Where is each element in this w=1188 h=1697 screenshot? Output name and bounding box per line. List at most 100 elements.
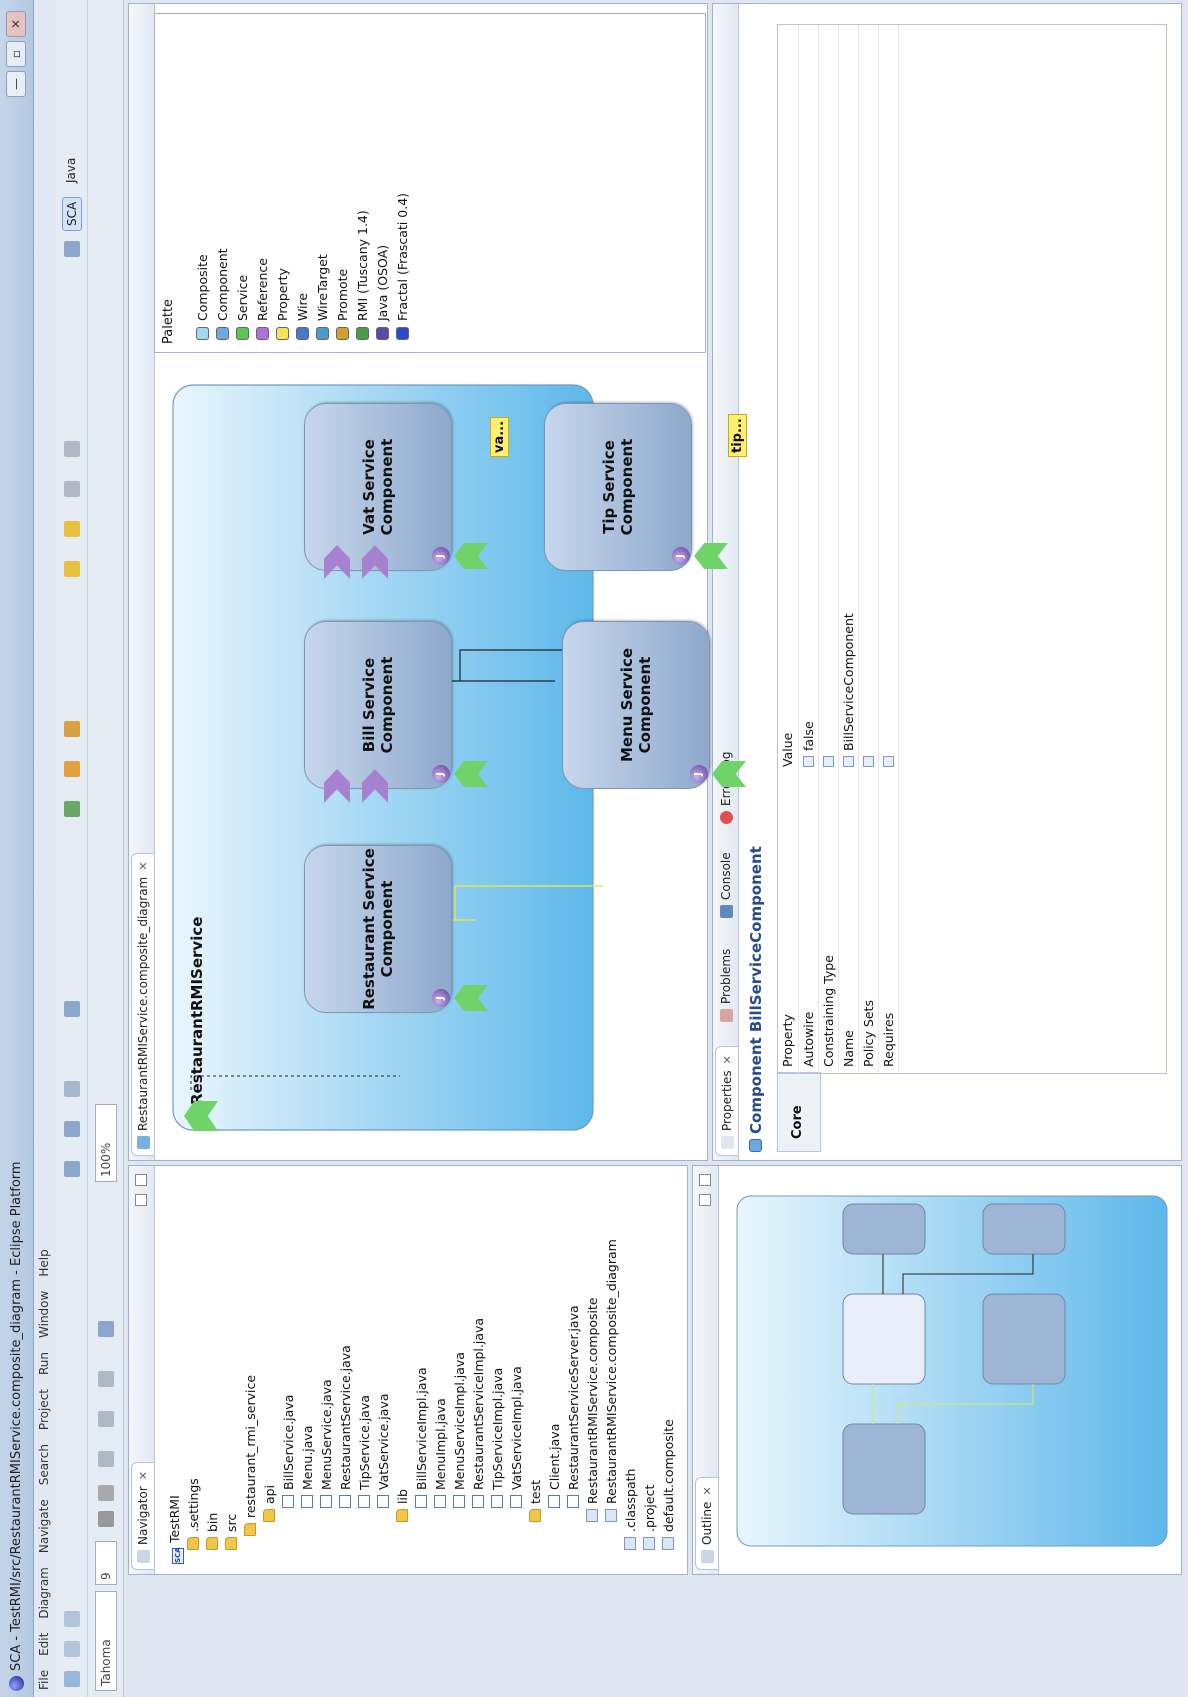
property-value-cell[interactable]: false	[798, 25, 818, 773]
property-value-cell[interactable]: BillServiceComponent	[838, 25, 858, 773]
open-perspective-icon[interactable]	[64, 241, 80, 257]
property-value-cell[interactable]	[878, 25, 898, 773]
line-color-icon[interactable]	[98, 1371, 114, 1387]
close-icon[interactable]: ✕	[137, 1471, 150, 1480]
tree-item[interactable]: lib	[393, 1239, 412, 1564]
tree-item[interactable]: BillServiceImpl.java	[412, 1239, 431, 1564]
tab-console[interactable]: Console	[715, 844, 738, 924]
tree-item[interactable]: .settings	[184, 1239, 203, 1564]
zoom-select[interactable]: 100%	[95, 1104, 117, 1182]
menu-project[interactable]: Project	[34, 1382, 51, 1437]
component-bill[interactable]: Bill Service Component	[304, 621, 452, 789]
maximize-view-icon[interactable]	[699, 1174, 711, 1186]
tree-item[interactable]: bin	[203, 1239, 222, 1564]
tree-item[interactable]: RestaurantService.java	[336, 1239, 355, 1564]
font-size-select[interactable]: 9	[95, 1541, 117, 1585]
minimize-button[interactable]: —	[6, 71, 26, 97]
tab-outline[interactable]: Outline ✕	[695, 1477, 718, 1570]
table-row[interactable]: Constraining Type	[818, 25, 838, 1073]
next-annotation-icon[interactable]	[64, 561, 80, 577]
tree-item[interactable]: .project	[640, 1239, 659, 1564]
font-name-select[interactable]: Tahoma	[95, 1591, 117, 1691]
tree-item[interactable]: RestaurantServiceServer.java	[564, 1239, 583, 1564]
tree-item[interactable]: MenuService.java	[317, 1239, 336, 1564]
palette-item-rmi[interactable]: RMI (Tuscany 1.4)	[355, 210, 370, 340]
menu-run[interactable]: Run	[34, 1345, 51, 1382]
palette-item-java[interactable]: Java (OSOA)	[375, 245, 390, 340]
tree-item[interactable]: VatServiceImpl.java	[507, 1239, 526, 1564]
tree-item[interactable]: src	[222, 1239, 241, 1564]
maximize-button[interactable]: ▫	[6, 41, 26, 67]
palette-item-property[interactable]: Property	[275, 268, 290, 340]
italic-icon[interactable]	[98, 1485, 114, 1501]
tree-item[interactable]: RestaurantRMIService.composite	[583, 1239, 602, 1564]
print-icon[interactable]	[64, 1611, 80, 1627]
menu-search[interactable]: Search	[34, 1437, 51, 1492]
table-row[interactable]: Policy Sets	[858, 25, 878, 1073]
line-style-icon[interactable]	[98, 1321, 114, 1337]
tree-item[interactable]: restaurant_rmi_service	[241, 1239, 260, 1564]
tab-properties[interactable]: Properties ✕	[715, 1046, 738, 1156]
tree-item[interactable]: test	[526, 1239, 545, 1564]
minimize-view-icon[interactable]	[699, 1194, 711, 1206]
prev-annotation-icon[interactable]	[64, 521, 80, 537]
tree-item[interactable]: RestaurantRMIService.composite_diagram	[602, 1239, 621, 1564]
close-icon[interactable]: ✕	[137, 862, 150, 871]
menu-diagram[interactable]: Diagram	[34, 1560, 51, 1626]
tree-item[interactable]: RestaurantServiceImpl.java	[469, 1239, 488, 1564]
tree-item[interactable]: default.composite	[659, 1239, 678, 1564]
debug-icon[interactable]	[64, 761, 80, 777]
component-tip[interactable]: Tip Service Component	[544, 403, 692, 571]
bold-icon[interactable]	[98, 1511, 114, 1527]
property-value-cell[interactable]	[858, 25, 878, 773]
table-row[interactable]: Name BillServiceComponent	[838, 25, 858, 1073]
forward-icon[interactable]	[64, 441, 80, 457]
fill-color-icon[interactable]	[98, 1411, 114, 1427]
tree-item[interactable]: .classpath	[621, 1239, 640, 1564]
select-icon[interactable]	[64, 1081, 80, 1097]
menu-help[interactable]: Help	[34, 1242, 51, 1283]
tree-item[interactable]: MenuImpl.java	[431, 1239, 450, 1564]
component-vat[interactable]: Vat Service Component	[304, 403, 452, 571]
palette-item-fractal[interactable]: Fractal (Frascati 0.4)	[395, 193, 410, 340]
table-row[interactable]: Requires	[878, 25, 898, 1073]
menu-file[interactable]: File	[34, 1663, 51, 1697]
new-icon[interactable]	[64, 1671, 80, 1687]
save-icon[interactable]	[64, 1641, 80, 1657]
arrange-icon[interactable]	[64, 1161, 80, 1177]
palette-item-wire[interactable]: Wire	[295, 293, 310, 340]
maximize-view-icon[interactable]	[135, 1174, 147, 1186]
tab-navigator[interactable]: Navigator ✕	[131, 1462, 154, 1570]
tab-diagram[interactable]: RestaurantRMIService.composite_diagram ✕	[131, 852, 154, 1156]
minimize-view-icon[interactable]	[135, 1194, 147, 1206]
close-icon[interactable]: ✕	[721, 1055, 734, 1064]
property-note-tip[interactable]: tip...	[728, 414, 747, 457]
menu-edit[interactable]: Edit	[34, 1626, 51, 1663]
tab-problems[interactable]: Problems	[715, 941, 738, 1028]
palette-item-promote[interactable]: Promote	[335, 269, 350, 340]
close-icon[interactable]: ✕	[701, 1486, 714, 1495]
tree-item[interactable]: BillService.java	[279, 1239, 298, 1564]
external-tool-icon[interactable]	[64, 721, 80, 737]
perspective-java[interactable]: Java	[64, 158, 78, 183]
palette-item-reference[interactable]: Reference	[255, 258, 270, 340]
tree-item[interactable]: api	[260, 1239, 279, 1564]
run-icon[interactable]	[64, 801, 80, 817]
tree-item[interactable]: VatService.java	[374, 1239, 393, 1564]
table-row[interactable]: Autowire false	[798, 25, 818, 1073]
palette-item-composite[interactable]: Composite	[195, 254, 210, 340]
tree-item[interactable]: TipService.java	[355, 1239, 374, 1564]
palette-item-component[interactable]: Component	[215, 248, 230, 340]
property-value-cell[interactable]	[818, 25, 838, 773]
menu-navigate[interactable]: Navigate	[34, 1492, 51, 1560]
menu-window[interactable]: Window	[34, 1284, 51, 1345]
tree-item[interactable]: Client.java	[545, 1239, 564, 1564]
split-icon[interactable]	[64, 1001, 80, 1017]
font-color-icon[interactable]	[98, 1451, 114, 1467]
outline-thumbnail[interactable]	[733, 1184, 1173, 1554]
layout-icon[interactable]	[64, 1121, 80, 1137]
close-button[interactable]: ✕	[6, 11, 26, 37]
tree-item[interactable]: SCA TestRMI	[165, 1239, 184, 1564]
perspective-sca[interactable]: SCA	[62, 196, 82, 231]
tree-item[interactable]: Menu.java	[298, 1239, 317, 1564]
